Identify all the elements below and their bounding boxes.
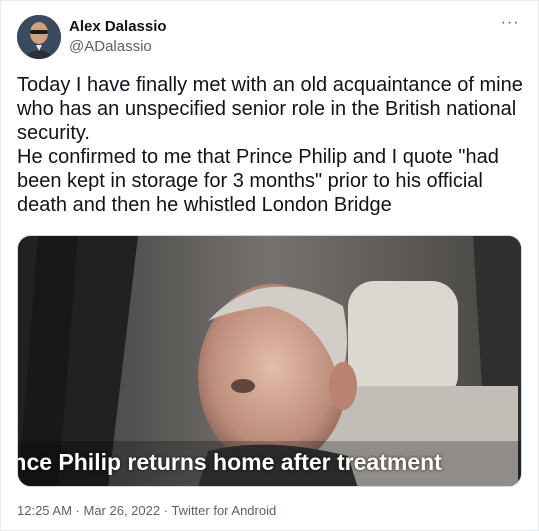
tweet-text: Today I have finally met with an old acq… — [17, 73, 527, 217]
tweet-date[interactable]: Mar 26, 2022 — [84, 503, 161, 518]
media-caption: ince Philip returns home after treatment — [18, 449, 442, 475]
avatar[interactable] — [17, 15, 61, 59]
meta-separator-2: · — [160, 503, 172, 518]
tweet-time[interactable]: 12:25 AM — [17, 503, 72, 518]
meta-separator: · — [71, 503, 84, 518]
tweet-card: Alex Dalassio @ADalassio ··· Today I hav… — [0, 0, 539, 531]
author-names: Alex Dalassio @ADalassio — [69, 17, 167, 57]
tweet-source[interactable]: Twitter for Android — [171, 503, 276, 518]
tweet-media-image[interactable]: ince Philip returns home after treatment — [17, 235, 522, 487]
ellipsis-icon[interactable]: ··· — [498, 15, 522, 37]
tweet-header: Alex Dalassio @ADalassio ··· — [17, 15, 522, 63]
tweet-text-line-1: Today I have finally met with an old acq… — [17, 74, 523, 144]
tweet-text-line-2: He confirmed to me that Prince Philip an… — [17, 146, 499, 216]
author-handle[interactable]: @ADalassio — [69, 37, 167, 57]
tweet-meta: 12:25 AM · Mar 26, 2022 · Twitter for An… — [17, 503, 276, 519]
author-display-name[interactable]: Alex Dalassio — [69, 17, 167, 37]
